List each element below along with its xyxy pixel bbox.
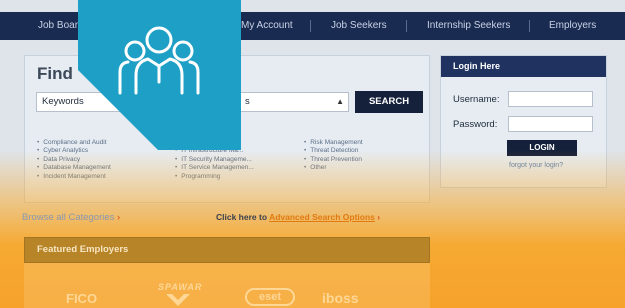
spawar-emblem-icon	[166, 294, 190, 306]
category-link[interactable]: Database Management	[37, 164, 111, 172]
people-group-icon	[78, 0, 241, 150]
chevron-right-icon: ›	[377, 212, 381, 222]
nav-item-employers[interactable]: Employers	[549, 12, 596, 40]
login-header: Login Here	[441, 56, 606, 77]
category-link[interactable]: IT Security Manageme...	[175, 156, 254, 164]
search-button[interactable]: SEARCH	[355, 91, 423, 113]
username-label: Username:	[453, 94, 500, 105]
category-list-3: Risk Management Threat Detection Threat …	[304, 139, 363, 173]
username-field[interactable]	[508, 91, 593, 107]
advanced-search-link[interactable]: Advanced Search Options	[269, 212, 375, 222]
featured-employers-bar: Featured Employers	[24, 237, 430, 263]
password-field[interactable]	[508, 116, 593, 132]
featured-employers-title: Featured Employers	[37, 244, 129, 255]
nav-item-job-seekers[interactable]: Job Seekers	[331, 12, 387, 40]
nav-separator	[529, 20, 530, 32]
browse-all-categories-link[interactable]: Browse all Categories ›	[22, 212, 120, 223]
eset-logo[interactable]: eset	[245, 288, 295, 306]
login-button[interactable]: LOGIN	[507, 140, 577, 156]
nav-item-my-account[interactable]: My Account	[241, 12, 293, 40]
iboss-logo[interactable]: iboss	[322, 290, 359, 306]
category-link[interactable]: Threat Prevention	[304, 156, 363, 164]
forgot-login-link[interactable]: forgot your login?	[509, 162, 563, 169]
category-select[interactable]: s ▲︎	[239, 92, 349, 112]
find-title: Find	[37, 64, 73, 83]
chevron-right-icon: ›	[117, 212, 121, 223]
nav-separator	[406, 20, 407, 32]
category-link[interactable]: Programming	[175, 173, 254, 181]
category-link[interactable]: IT Service Managemen...	[175, 164, 254, 172]
nav-separator	[310, 20, 311, 32]
nav-item-internship-seekers[interactable]: Internship Seekers	[427, 12, 510, 40]
nav-item-job-board[interactable]: Job Board	[38, 12, 84, 40]
category-link[interactable]: Other	[304, 164, 363, 172]
password-label: Password:	[453, 119, 498, 130]
dropdown-arrow-icon: ▲︎	[336, 97, 344, 106]
category-link[interactable]: Threat Detection	[304, 147, 363, 155]
category-select-value: s	[245, 96, 250, 107]
fico-logo[interactable]: FICO	[66, 291, 97, 306]
category-link[interactable]: Incident Management	[37, 173, 111, 181]
spawar-logo[interactable]: SPAWAR	[158, 282, 202, 292]
login-panel: Login Here Username: Password: LOGIN for…	[440, 55, 607, 188]
advanced-search-row: Click here to Advanced Search Options ›	[216, 212, 380, 222]
category-link[interactable]: Risk Management	[304, 139, 362, 147]
browse-all-label: Browse all Categories	[22, 212, 115, 223]
advanced-search-prefix: Click here to	[216, 212, 270, 222]
category-link[interactable]: Data Privacy	[37, 156, 111, 164]
